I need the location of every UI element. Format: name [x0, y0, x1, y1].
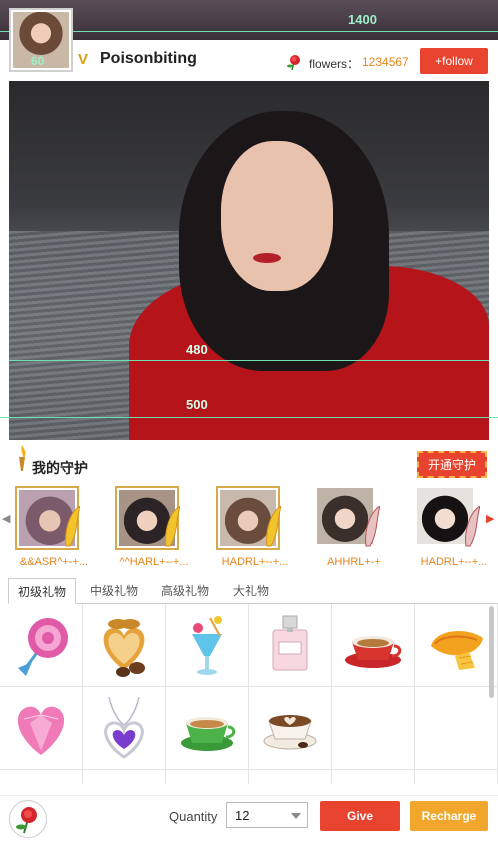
gift-cell-mango[interactable] [415, 604, 498, 687]
guardians-title: 我的守护 [32, 460, 88, 476]
guide-line-outer [0, 417, 498, 418]
video-subject-lips [253, 253, 281, 263]
guardian-name: &&ASR^+-+... [19, 556, 89, 568]
coffee-cup-icon [345, 636, 402, 668]
gift-tabs: 初级礼物 中级礼物 高级礼物 大礼物 [8, 578, 498, 604]
guardian-item[interactable]: HADRL+--+... [209, 486, 301, 576]
streamer-username: Poisonbiting [100, 50, 197, 67]
tab-big-gifts[interactable]: 大礼物 [222, 578, 280, 602]
wing-icon [266, 506, 281, 547]
gift-grid [0, 604, 498, 784]
rose-icon [16, 807, 37, 834]
flowers-count: 1234567 [362, 55, 409, 69]
guide-line-inner [9, 360, 489, 361]
guardian-item[interactable]: &&ASR^+-+... [8, 486, 100, 576]
gift-cell-empty [415, 687, 498, 770]
gift-cell-empty [332, 687, 415, 770]
streamer-avatar[interactable]: 60 [9, 8, 73, 72]
video-subject-face [221, 141, 333, 291]
green-coffee-icon [181, 717, 236, 751]
torch-icon [19, 445, 26, 471]
gift-cell-latte[interactable] [249, 687, 332, 770]
chevron-down-icon [291, 813, 301, 819]
give-button[interactable]: Give [320, 801, 400, 831]
cocktail-icon [192, 616, 222, 675]
gift-cell-empty [415, 770, 498, 784]
quantity-value: 12 [235, 808, 250, 823]
vip-badge-icon: V [78, 51, 89, 68]
gift-cell-empty [332, 770, 415, 784]
guardian-name: ^^HARL+--+... [119, 556, 189, 568]
quantity-select[interactable]: 12 [226, 802, 308, 828]
guide-label-inner: 480 [186, 342, 208, 357]
tab-intermediate-gifts[interactable]: 中级礼物 [80, 578, 148, 602]
guardian-item[interactable]: HADRL+--+... [408, 486, 498, 576]
gift-cell-cocktail[interactable] [166, 604, 249, 687]
gift-cell-chocolate[interactable] [83, 604, 166, 687]
wing-icon [65, 506, 80, 547]
guardian-name: HADRL+--+... [420, 556, 488, 568]
recharge-button[interactable]: Recharge [410, 801, 488, 831]
gift-cell-lollipop[interactable] [0, 604, 83, 687]
live-video[interactable] [9, 81, 489, 440]
wing-icon [165, 506, 180, 547]
guardian-item[interactable]: AHHRL+-+ [308, 486, 400, 576]
pink-heart-icon [17, 706, 65, 755]
tab-advanced-gifts[interactable]: 高级礼物 [151, 578, 219, 602]
follow-button[interactable]: +follow [420, 48, 488, 74]
tab-basic-gifts[interactable]: 初级礼物 [8, 578, 76, 604]
heart-necklace-icon [104, 696, 144, 759]
open-guardian-button[interactable]: 开通守护 [417, 451, 487, 478]
guide-line-top [0, 31, 498, 32]
gift-cell-green-coffee[interactable] [166, 687, 249, 770]
gift-cell-necklace[interactable] [83, 687, 166, 770]
latte-art-icon [263, 715, 317, 750]
rose-icon [287, 55, 300, 71]
guide-label-avatar: 60 [31, 54, 45, 68]
rose-button[interactable] [9, 800, 47, 838]
guardian-name: HADRL+--+... [221, 556, 289, 568]
gift-cell-empty [249, 770, 332, 784]
gift-grid-scrollbar[interactable] [489, 606, 494, 698]
guide-label-outer: 500 [186, 397, 208, 412]
mango-icon [431, 631, 483, 670]
top-banner [0, 0, 498, 40]
perfume-icon [272, 615, 308, 671]
gift-cell-empty [166, 770, 249, 784]
wing-icon [465, 506, 480, 547]
guardian-item[interactable]: ^^HARL+--+... [108, 486, 200, 576]
wing-icon [365, 506, 380, 547]
flowers-label: flowers： [309, 57, 360, 71]
gift-cell-coffee[interactable] [332, 604, 415, 687]
guide-label-top: 1400 [348, 12, 377, 27]
gift-cell-empty [0, 770, 83, 784]
lollipop-icon [18, 618, 68, 676]
gift-cell-perfume[interactable] [249, 604, 332, 687]
quantity-label: Quantity [169, 809, 218, 824]
gift-cell-empty [83, 770, 166, 784]
gift-cell-pink-heart[interactable] [0, 687, 83, 770]
guardian-name: AHHRL+-+ [327, 556, 381, 568]
chocolate-box-icon [103, 619, 145, 677]
